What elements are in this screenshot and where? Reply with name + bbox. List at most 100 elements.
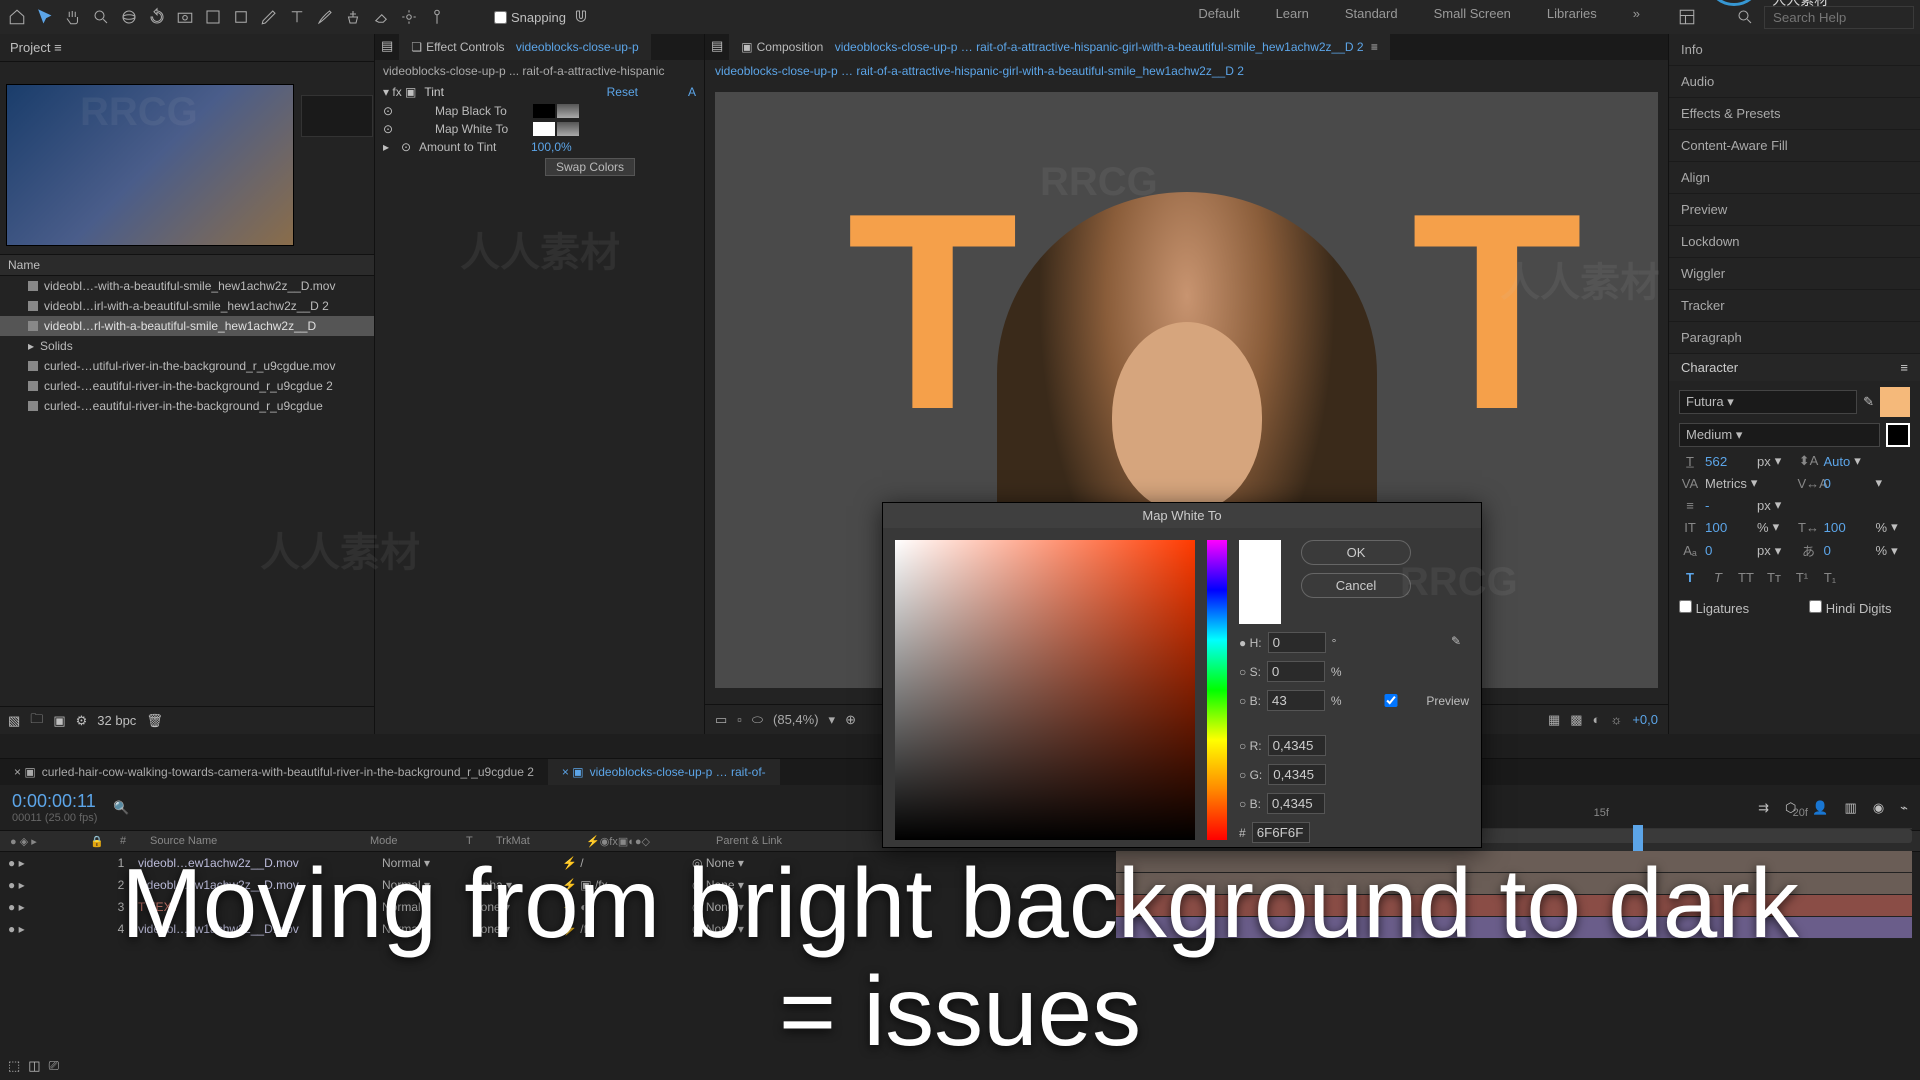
project-item[interactable]: videobl…-with-a-beautiful-smile_hew1achw… — [0, 276, 374, 296]
preview-checkbox[interactable] — [1362, 694, 1420, 707]
playhead-icon[interactable] — [1633, 825, 1643, 851]
panel-paragraph[interactable]: Paragraph — [1669, 322, 1920, 354]
effect-tint-header[interactable]: ▾ fx ▣ Tint Reset A — [375, 82, 704, 102]
superscript-button[interactable]: T¹ — [1791, 566, 1813, 588]
exposure-value[interactable]: +0,0 — [1632, 712, 1658, 727]
col-source-name[interactable]: Source Name — [140, 835, 360, 847]
smallcaps-button[interactable]: Tᴛ — [1763, 566, 1785, 588]
italic-button[interactable]: T — [1707, 566, 1729, 588]
effect-controls-tab[interactable]: ❏ Effect Controls videoblocks-close-up-p — [399, 34, 650, 60]
eyedropper-icon[interactable]: ✎ — [1451, 634, 1469, 652]
horizontal-scale-field[interactable]: T↔% ▾ — [1798, 519, 1911, 535]
reset-link[interactable]: Reset — [607, 85, 638, 99]
project-settings-icon[interactable]: ⚙ — [76, 713, 88, 729]
snapping-toggle[interactable]: Snapping — [494, 6, 592, 28]
brush-tool-icon[interactable] — [314, 6, 336, 28]
color-swatch-black[interactable] — [533, 104, 555, 118]
tracking-field[interactable]: V↔A ▾ — [1798, 475, 1911, 491]
workspace-standard[interactable]: Standard — [1345, 6, 1398, 28]
kerning-field[interactable]: VAMetrics ▾ — [1679, 475, 1792, 491]
new-folder-icon[interactable]: 🗀 — [30, 710, 43, 732]
search-timeline-icon[interactable]: 🔍 — [113, 800, 129, 816]
ligatures-checkbox[interactable]: Ligatures — [1679, 600, 1749, 616]
red-field[interactable]: ○ R: — [1239, 735, 1469, 756]
tsume-field[interactable]: あ% ▾ — [1798, 541, 1911, 560]
hindi-digits-checkbox[interactable]: Hindi Digits — [1809, 600, 1891, 616]
camera-options-icon[interactable]: ⊕ — [845, 712, 856, 728]
color-mgmt-icon[interactable]: ◐ — [1593, 712, 1601, 727]
zoom-tool-icon[interactable] — [90, 6, 112, 28]
stroke-color-swatch[interactable] — [1886, 423, 1910, 447]
fx-badge-icon[interactable]: ▾ fx ▣ — [383, 85, 416, 99]
workspace-layout-icon[interactable] — [1676, 6, 1698, 28]
panel-audio[interactable]: Audio — [1669, 66, 1920, 98]
project-item[interactable]: curled-…eautiful-river-in-the-background… — [0, 396, 374, 416]
roto-brush-icon[interactable] — [398, 6, 420, 28]
hue-field[interactable]: ● H: ° ✎ — [1239, 632, 1469, 653]
toggle-switches-icon[interactable]: ⬚ — [8, 1058, 20, 1074]
project-column-name[interactable]: Name — [0, 254, 374, 276]
timeline-bars[interactable] — [1116, 851, 1912, 939]
workspace-learn[interactable]: Learn — [1276, 6, 1309, 28]
project-item[interactable]: videobl…irl-with-a-beautiful-smile_hew1a… — [0, 296, 374, 316]
vertical-scale-field[interactable]: IT% ▾ — [1679, 519, 1792, 535]
panel-effects-presets[interactable]: Effects & Presets — [1669, 98, 1920, 130]
leading-field[interactable]: ⬍AAuto ▾ — [1798, 453, 1911, 469]
panel-preview[interactable]: Preview — [1669, 194, 1920, 226]
interpret-footage-icon[interactable]: ▧ — [8, 713, 20, 729]
rotate-tool-icon[interactable] — [146, 6, 168, 28]
mask-icon[interactable]: ⬭ — [752, 712, 763, 728]
orbit-tool-icon[interactable] — [118, 6, 140, 28]
saturation-field[interactable]: ○ S: % — [1239, 661, 1469, 682]
ok-button[interactable]: OK — [1301, 540, 1411, 565]
green-field[interactable]: ○ G: — [1239, 764, 1469, 785]
project-item[interactable]: curled-…utiful-river-in-the-background_r… — [0, 356, 374, 376]
panel-info[interactable]: Info — [1669, 34, 1920, 66]
pan-behind-icon[interactable] — [202, 6, 224, 28]
swap-colors-button[interactable]: Swap Colors — [545, 158, 635, 176]
eyedropper-white-icon[interactable] — [557, 122, 579, 136]
fill-color-swatch[interactable] — [1880, 387, 1910, 417]
panel-content-aware-fill[interactable]: Content-Aware Fill — [1669, 130, 1920, 162]
color-gradient-area[interactable] — [895, 540, 1195, 840]
font-style-select[interactable]: Medium ▾ — [1679, 423, 1880, 447]
workspace-libraries[interactable]: Libraries — [1547, 6, 1597, 28]
color-swatch-white[interactable] — [533, 122, 555, 136]
home-icon[interactable] — [6, 6, 28, 28]
toggle-inout-icon[interactable]: ⎚ — [49, 1058, 59, 1074]
stroke-width-field[interactable]: ≡px ▾ — [1679, 497, 1792, 513]
clone-stamp-icon[interactable] — [342, 6, 364, 28]
eraser-icon[interactable] — [370, 6, 392, 28]
toggle-modes-icon[interactable]: ◫ — [28, 1058, 40, 1074]
timecode[interactable]: 0:00:00:11 00011 (25.00 fps) — [12, 791, 97, 824]
snapping-magnet-icon[interactable] — [570, 6, 592, 28]
timeline-tab-1[interactable]: × ▣ curled-hair-cow-walking-towards-came… — [0, 759, 548, 785]
panel-menu-icon[interactable]: ▤ — [375, 34, 399, 60]
zoom-value[interactable]: (85,4%) — [773, 712, 819, 727]
magnification-icon[interactable]: ▭ — [715, 712, 727, 728]
eyedropper-icon[interactable]: ✎ — [1863, 394, 1874, 410]
project-tab[interactable]: Project ≡ — [0, 34, 374, 62]
exposure-icon[interactable]: ☼ — [1610, 712, 1622, 727]
workspace-small-screen[interactable]: Small Screen — [1434, 6, 1511, 28]
eyedropper-black-icon[interactable] — [557, 104, 579, 118]
character-panel-header[interactable]: Character≡ — [1669, 354, 1920, 381]
panel-align[interactable]: Align — [1669, 162, 1920, 194]
workspace-default[interactable]: Default — [1198, 6, 1239, 28]
new-comp-icon[interactable]: ▣ — [53, 713, 65, 729]
panel-menu-icon[interactable]: ▤ — [705, 34, 729, 60]
stopwatch-icon[interactable]: ⊙ — [383, 104, 401, 118]
baseline-shift-field[interactable]: Aₐpx ▾ — [1679, 543, 1792, 559]
panel-tracker[interactable]: Tracker — [1669, 290, 1920, 322]
project-item[interactable]: videobl…rl-with-a-beautiful-smile_hew1ac… — [0, 316, 374, 336]
col-mode[interactable]: Mode — [360, 835, 456, 847]
subscript-button[interactable]: T₁ — [1819, 566, 1841, 588]
amount-to-tint-value[interactable]: 100,0% — [531, 140, 572, 154]
bpc-label[interactable]: 32 bpc — [97, 713, 136, 728]
animation-preset-key[interactable]: A — [688, 85, 696, 99]
blue-field[interactable]: ○ B: — [1239, 793, 1469, 814]
layer-bar[interactable] — [1116, 895, 1912, 917]
bold-button[interactable]: T — [1679, 566, 1701, 588]
resolution-icon[interactable]: ▫ — [737, 712, 742, 727]
allcaps-button[interactable]: TT — [1735, 566, 1757, 588]
